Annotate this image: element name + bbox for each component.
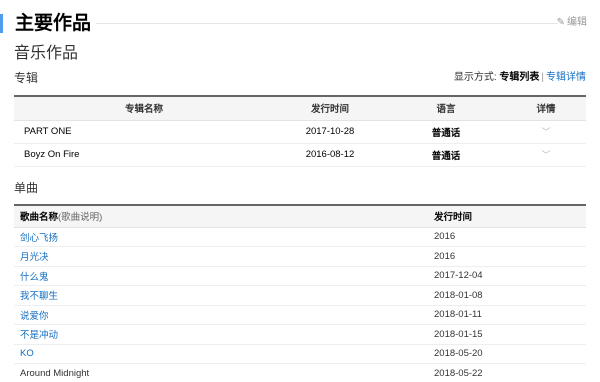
col-release-date: 发行时间: [274, 95, 386, 121]
section-header: 主要作品 ✎ 编辑: [0, 10, 600, 38]
song-date: 2016: [428, 227, 586, 247]
song-name: Around Midnight: [14, 363, 428, 382]
col-language: 语言: [386, 95, 506, 121]
single-section-label: 单曲: [14, 181, 39, 195]
song-link[interactable]: 说爱你: [14, 305, 428, 325]
table-row: Around Midnight 2018-05-22: [14, 363, 586, 382]
song-date: 2017-12-04: [428, 266, 586, 286]
edit-button[interactable]: ✎ 编辑: [557, 16, 587, 30]
table-row: 我不聊生 2018-01-08: [14, 285, 586, 306]
album-table-header: 专辑名称 发行时间 语言 详情: [14, 95, 586, 121]
single-table-header: 歌曲名称(歌曲说明) 发行时间: [14, 204, 586, 228]
edit-label: 编辑: [567, 17, 587, 28]
col-song-date: 发行时间: [428, 204, 586, 228]
col-song-note: (歌曲说明): [58, 212, 103, 224]
col-details: 详情: [506, 95, 586, 121]
col-album-name: 专辑名称: [14, 95, 274, 121]
album-language: 普通话: [386, 143, 506, 167]
song-date: 2018-05-22: [428, 363, 586, 382]
song-date: 2018-05-20: [428, 344, 586, 364]
song-date: 2016: [428, 246, 586, 267]
song-date: 2018-01-11: [428, 305, 586, 325]
table-row: 说爱你 2018-01-11: [14, 305, 586, 325]
col-song-name-label: 歌曲名称: [20, 212, 59, 224]
table-row: 剑心飞扬 2016: [14, 227, 586, 247]
section-accent-bar: [0, 14, 3, 33]
music-works-title: 音乐作品: [14, 45, 79, 62]
song-link[interactable]: 什么鬼: [14, 266, 428, 286]
display-mode-separator: |: [541, 72, 544, 83]
display-mode-switch: 显示方式: 专辑列表 | 专辑详情: [454, 71, 586, 85]
table-row: 月光决 2016: [14, 246, 586, 267]
section-divider: [96, 23, 558, 24]
album-name: Boyz On Fire: [14, 143, 274, 167]
table-row: 不是冲动 2018-01-15: [14, 324, 586, 345]
song-date: 2018-01-08: [428, 285, 586, 306]
album-header: 专辑 显示方式: 专辑列表 | 专辑详情: [14, 70, 586, 86]
song-link[interactable]: 剑心飞扬: [14, 227, 428, 247]
section-title: 主要作品: [15, 13, 92, 34]
song-link[interactable]: KO: [14, 344, 428, 364]
album-section-label: 专辑: [14, 71, 39, 85]
song-link[interactable]: 不是冲动: [14, 324, 428, 345]
chevron-down-icon[interactable]: ﹀: [506, 120, 586, 144]
display-mode-list[interactable]: 专辑列表: [499, 72, 539, 83]
pencil-icon: ✎: [556, 17, 565, 28]
album-date: 2017-10-28: [274, 120, 386, 144]
song-link[interactable]: 我不聊生: [14, 285, 428, 306]
song-link[interactable]: 月光决: [14, 246, 428, 267]
album-language: 普通话: [386, 120, 506, 144]
album-name: PART ONE: [14, 120, 274, 144]
table-row: 什么鬼 2017-12-04: [14, 266, 586, 286]
table-row: Boyz On Fire 2016-08-12 普通话 ﹀: [14, 143, 586, 167]
album-date: 2016-08-12: [274, 143, 386, 167]
display-mode-detail-link[interactable]: 专辑详情: [546, 72, 586, 83]
album-table: 专辑名称 发行时间 语言 详情 PART ONE 2017-10-28 普通话 …: [14, 95, 586, 167]
chevron-down-icon[interactable]: ﹀: [506, 143, 586, 167]
table-row: PART ONE 2017-10-28 普通话 ﹀: [14, 120, 586, 144]
display-mode-label: 显示方式:: [453, 72, 497, 83]
single-table: 歌曲名称(歌曲说明) 发行时间 剑心飞扬 2016 月光决 2016 什么鬼 2…: [14, 204, 586, 382]
table-row: KO 2018-05-20: [14, 344, 586, 364]
song-date: 2018-01-15: [428, 324, 586, 345]
col-song-name: 歌曲名称(歌曲说明): [14, 204, 428, 228]
